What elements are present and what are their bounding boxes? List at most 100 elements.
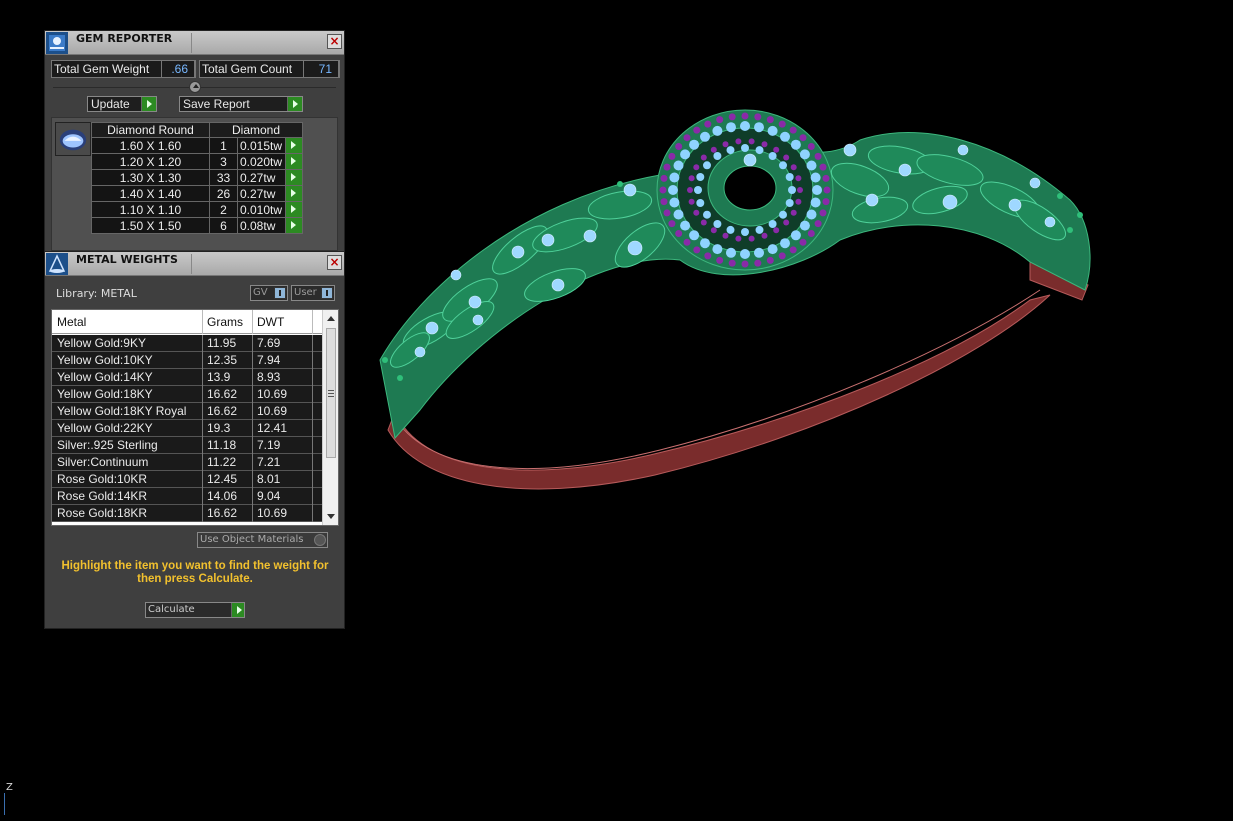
halo-gem <box>761 141 768 148</box>
halo-gem <box>726 122 736 133</box>
metal-row[interactable]: Yellow Gold:22KY 19.3 12.41 <box>52 420 324 437</box>
metal-row[interactable]: Yellow Gold:14KY 13.9 8.93 <box>52 369 324 386</box>
gem-count: 6 <box>209 217 238 234</box>
halo-gem <box>668 152 676 160</box>
metal-row[interactable]: Rose Gold:18KR 16.62 10.69 <box>52 505 324 522</box>
halo-gem <box>704 252 712 260</box>
gem-row-go-button[interactable] <box>285 169 303 186</box>
halo-gem <box>693 246 701 254</box>
column-grams[interactable]: Grams <box>207 315 243 329</box>
halo-gem <box>660 198 668 206</box>
gem-row[interactable]: 1.20 X 1.20 3 0.020tw <box>91 153 303 170</box>
metal-row[interactable]: Silver:.925 Sterling 11.18 7.19 <box>52 437 324 454</box>
close-metal-weights-button[interactable]: × <box>327 255 342 270</box>
halo-gem <box>789 246 797 254</box>
halo-gem <box>767 125 778 136</box>
halo-gem <box>668 185 678 195</box>
halo-gem <box>755 146 764 155</box>
gem-row-go-button[interactable] <box>285 185 303 202</box>
halo-gem <box>722 141 729 148</box>
user-toggle[interactable]: User <box>291 285 335 301</box>
halo-gem <box>680 220 691 231</box>
gem-weight: 0.015tw <box>237 137 286 154</box>
update-button[interactable]: Update <box>87 96 157 112</box>
halo-gem <box>807 143 815 150</box>
title-separator <box>191 254 192 274</box>
halo-gem <box>806 160 817 171</box>
metal-row[interactable]: Yellow Gold:18KY Royal 16.62 10.69 <box>52 403 324 420</box>
gem-row[interactable]: 1.30 X 1.30 33 0.27tw <box>91 169 303 186</box>
gem-size: 1.10 X 1.10 <box>91 201 210 218</box>
halo-gem <box>814 220 822 228</box>
gem-count: 1 <box>209 137 238 154</box>
gem-row[interactable]: 1.60 X 1.60 1 0.015tw <box>91 137 303 154</box>
halo-gem <box>748 138 755 145</box>
metal-list-scrollbar[interactable] <box>322 310 338 525</box>
metal-weights-panel: METAL WEIGHTS × Library: METAL GV User M… <box>44 251 345 629</box>
halo-gem <box>680 149 691 160</box>
metal-grams: 12.35 <box>207 353 238 367</box>
metal-row[interactable]: Silver:Continuum 11.22 7.21 <box>52 454 324 471</box>
use-object-materials-toggle[interactable]: Use Object Materials <box>197 532 328 548</box>
column-dwt[interactable]: DWT <box>257 315 284 329</box>
metal-list[interactable]: Metal Grams DWT Yellow Gold:9KY 11.95 7.69… <box>51 309 339 526</box>
column-metal[interactable]: Metal <box>57 315 86 329</box>
gem-row[interactable]: 1.10 X 1.10 2 0.010tw <box>91 201 303 218</box>
halo-gem <box>780 131 790 142</box>
gem-row[interactable]: 1.40 X 1.40 26 0.27tw <box>91 185 303 202</box>
halo-gem <box>688 175 695 182</box>
halo-gem <box>712 244 723 255</box>
halo-gem <box>797 187 803 193</box>
save-report-label: Save Report <box>183 97 250 111</box>
metal-weights-icon <box>46 253 68 275</box>
radio-icon <box>314 534 326 546</box>
metal-dwt: 7.69 <box>257 336 281 350</box>
metal-grams: 13.9 <box>207 370 231 384</box>
gv-label: GV <box>253 287 268 298</box>
halo-gem <box>740 121 750 131</box>
metal-row[interactable]: Yellow Gold:10KY 12.35 7.94 <box>52 352 324 369</box>
use-object-materials-label: Use Object Materials <box>200 534 304 545</box>
gem-row-go-button[interactable] <box>285 137 303 154</box>
gem-count: 2 <box>209 201 238 218</box>
gv-toggle[interactable]: GV <box>250 285 288 301</box>
halo-gem <box>766 256 774 264</box>
play-arrow-icon <box>287 97 302 111</box>
halo-gem <box>799 220 810 231</box>
gem-row-go-button[interactable] <box>285 201 303 218</box>
gem-row-go-button[interactable] <box>285 153 303 170</box>
halo-gem <box>696 173 705 181</box>
halo-gem <box>810 172 821 183</box>
scroll-down-icon[interactable] <box>327 514 335 519</box>
metal-name: Rose Gold:10KR <box>57 472 148 486</box>
gem-reporter-titlebar[interactable]: GEM REPORTER × <box>45 31 344 55</box>
axis-line <box>4 793 5 815</box>
halo-gem <box>716 256 724 264</box>
halo-gem <box>741 144 749 152</box>
save-report-button[interactable]: Save Report <box>179 96 303 112</box>
close-gem-reporter-button[interactable]: × <box>327 34 342 49</box>
metal-dwt: 10.69 <box>257 387 288 401</box>
halo-gem <box>761 232 768 239</box>
collapse-knob[interactable] <box>189 81 201 93</box>
total-gem-weight-value: .66 <box>161 60 195 78</box>
metal-row[interactable]: Rose Gold:10KR 12.45 8.01 <box>52 471 324 488</box>
halo-gem <box>819 209 827 217</box>
halo-gem <box>768 220 777 228</box>
metal-weights-titlebar[interactable]: METAL WEIGHTS × <box>45 252 344 276</box>
scroll-up-icon[interactable] <box>327 316 335 321</box>
halo-gem <box>778 252 786 260</box>
halo-gem <box>696 199 705 207</box>
halo-gem <box>819 163 827 171</box>
halo-gem <box>823 186 831 194</box>
calculate-button[interactable]: Calculate <box>145 602 245 618</box>
metal-dwt: 8.01 <box>257 472 281 486</box>
gem-row[interactable]: 1.50 X 1.50 6 0.08tw <box>91 217 303 234</box>
metal-row[interactable]: Rose Gold:14KR 14.06 9.04 <box>52 488 324 505</box>
gem-row-go-button[interactable] <box>285 217 303 234</box>
metal-row[interactable]: Yellow Gold:18KY 16.62 10.69 <box>52 386 324 403</box>
gem-size: 1.30 X 1.30 <box>91 169 210 186</box>
scroll-thumb[interactable] <box>326 328 336 458</box>
metal-row[interactable]: Yellow Gold:9KY 11.95 7.69 <box>52 335 324 352</box>
metal-weights-title: METAL WEIGHTS <box>76 253 178 266</box>
